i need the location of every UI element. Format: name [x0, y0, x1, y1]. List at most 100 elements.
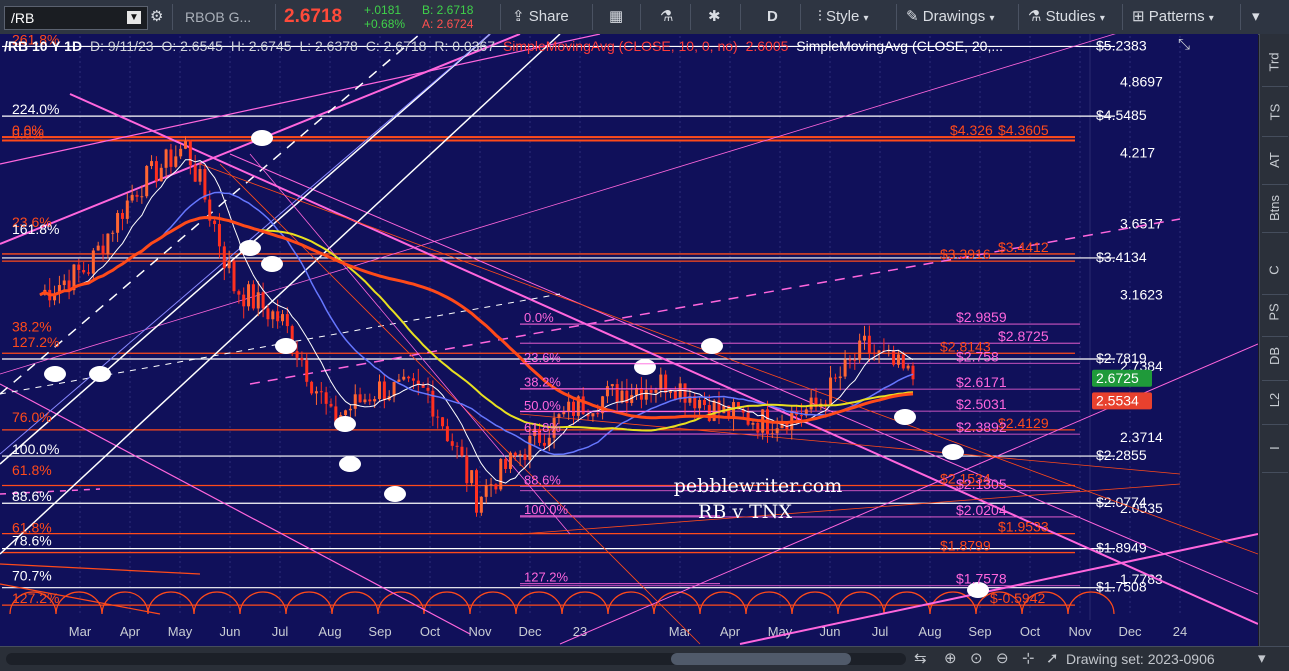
candle-body: [125, 200, 129, 219]
candle-body: [858, 340, 862, 360]
fib-label-mid: 88.6%: [524, 472, 561, 487]
chart-header: /RB 10 Y 1D D: 9/11/23 O: 2.6545 H: 2.67…: [4, 37, 1003, 55]
cursor-icon[interactable]: ➚: [1046, 649, 1059, 667]
patterns-icon: ⊞: [1132, 8, 1145, 25]
x-tick-label: Sep: [368, 624, 391, 639]
bar-close: C: 2.6718: [365, 38, 427, 54]
y-tick-label: $3.4134: [1096, 249, 1147, 265]
style-chevron-icon: ▾: [863, 13, 869, 24]
gear-icon[interactable]: ⚙: [150, 5, 163, 29]
candle-body: [654, 389, 658, 393]
candle-body: [411, 378, 415, 381]
fib-label-left: 61.8%: [12, 462, 52, 478]
symbol-input[interactable]: /RB ▼: [4, 6, 148, 30]
y-tick-label: $5.2383: [1096, 37, 1147, 53]
side-tab-ps[interactable]: PS: [1260, 292, 1289, 332]
x-tick-label: Dec: [1118, 624, 1142, 639]
candle-body: [251, 284, 255, 309]
patterns-chevron-icon: ▾: [1208, 13, 1214, 24]
collapse-icon[interactable]: ⤡: [1178, 36, 1190, 53]
chart-title: /RB 10 Y 1D: [4, 38, 83, 54]
x-tick-label: Jun: [220, 624, 241, 639]
patterns-label: Patterns: [1148, 8, 1205, 25]
fib-label-left: 127.2%: [12, 590, 59, 606]
candle-body: [382, 381, 386, 401]
candle-body: [188, 141, 192, 166]
side-tab-btns[interactable]: Btns: [1260, 188, 1289, 228]
fib-label-mid: 100.0%: [524, 502, 569, 517]
pivot-marker: [894, 409, 916, 425]
candle-body: [150, 161, 154, 167]
price-level-label: $2.1305: [956, 476, 1007, 492]
studies-chevron-icon: ▾: [1099, 13, 1105, 24]
x-tick-label: Aug: [918, 624, 941, 639]
candle-body: [523, 454, 527, 460]
drawing-set-menu-icon[interactable]: ▾: [1258, 649, 1266, 667]
side-tab-c[interactable]: C: [1260, 250, 1289, 290]
calendar-icon[interactable]: ▦: [609, 5, 623, 29]
price-tag-label: 2.6725: [1096, 370, 1139, 386]
candle-body: [542, 442, 546, 446]
pan-icon[interactable]: ⇆: [914, 649, 927, 667]
side-tab-l2[interactable]: L2: [1260, 380, 1289, 420]
patterns-button[interactable]: ⊞ Patterns ▾: [1132, 5, 1214, 29]
settings-gear-icon[interactable]: ✱: [708, 5, 721, 29]
candle-body: [901, 354, 905, 369]
price-level-label: $-0.5942: [990, 590, 1045, 606]
fib-label-mid: 127.2%: [524, 570, 569, 585]
side-tab-ts[interactable]: TS: [1260, 92, 1289, 132]
fib-label-left: 127.2%: [12, 334, 59, 350]
aggregation-button[interactable]: D: [767, 5, 778, 29]
share-button[interactable]: ⇪ Share: [512, 5, 569, 29]
candle-body: [87, 272, 90, 274]
drawings-button[interactable]: ✎ Drawings ▾: [906, 5, 994, 29]
candle-body: [644, 390, 648, 400]
y-tick-label: $2.2855: [1096, 447, 1147, 463]
symbol-description: RBOB G...: [185, 9, 252, 25]
candle-body: [256, 292, 260, 309]
chevron-down-icon[interactable]: ▼: [127, 11, 141, 24]
fib-label-left: 161.8%: [12, 221, 59, 237]
zoom-reset-icon[interactable]: ⊙: [970, 649, 983, 667]
side-tab-db[interactable]: DB: [1260, 336, 1289, 376]
side-tab-at[interactable]: AT: [1260, 140, 1289, 180]
scrollbar-thumb[interactable]: [671, 653, 851, 665]
candle-body: [455, 445, 459, 447]
x-tick-label: Oct: [1020, 624, 1041, 639]
x-tick-label: 24: [1173, 624, 1187, 639]
zoom-in-icon[interactable]: ⊕: [944, 649, 957, 667]
candle-body: [145, 166, 149, 197]
studies-button[interactable]: ⚗ Studies ▾: [1028, 5, 1105, 29]
candle-body: [867, 335, 871, 353]
side-tab-i[interactable]: I: [1260, 428, 1289, 468]
chart-canvas[interactable]: Mar Apr May Jun Jul Aug Sep Oct Nov Dec 23 Mar Apr Ma…: [0, 34, 1258, 646]
candle-body: [120, 213, 124, 219]
style-button[interactable]: ⫶ Style ▾: [818, 5, 869, 29]
candle-body: [489, 484, 493, 486]
candle-body: [426, 387, 430, 391]
last-price: 2.6718: [284, 6, 343, 27]
top-toolbar: /RB ▼ ⚙ RBOB G... 2.6718 +.0181 +0.68% B…: [0, 0, 1289, 35]
horizontal-scrollbar[interactable]: [6, 653, 906, 665]
candle-icon: ⫶: [818, 8, 822, 25]
candle-body: [596, 413, 600, 415]
candle-body: [281, 314, 284, 322]
candle-body: [135, 194, 139, 197]
pencil-icon: ✎: [906, 8, 919, 25]
side-tab-trd[interactable]: Trd: [1260, 42, 1289, 82]
price-chart[interactable]: Mar Apr May Jun Jul Aug Sep Oct Nov Dec 23 Mar Apr Ma…: [0, 34, 1258, 646]
x-tick-label: Apr: [720, 624, 741, 639]
zoom-out-icon[interactable]: ⊖: [996, 649, 1009, 667]
x-tick-label: May: [168, 624, 193, 639]
x-tick-label: Jul: [872, 624, 889, 639]
candle-body: [392, 381, 396, 397]
fib-label-left: 88.6%: [12, 488, 52, 504]
bar-low: L: 2.6378: [299, 38, 358, 54]
candle-body: [615, 384, 619, 403]
flask-icon[interactable]: ⚗: [660, 5, 673, 29]
pivot-marker: [339, 456, 361, 472]
candle-body: [756, 422, 760, 433]
candle-body: [751, 422, 755, 425]
overflow-chevron-icon[interactable]: ▾: [1252, 5, 1260, 29]
crosshair-icon[interactable]: ⊹: [1022, 649, 1035, 667]
